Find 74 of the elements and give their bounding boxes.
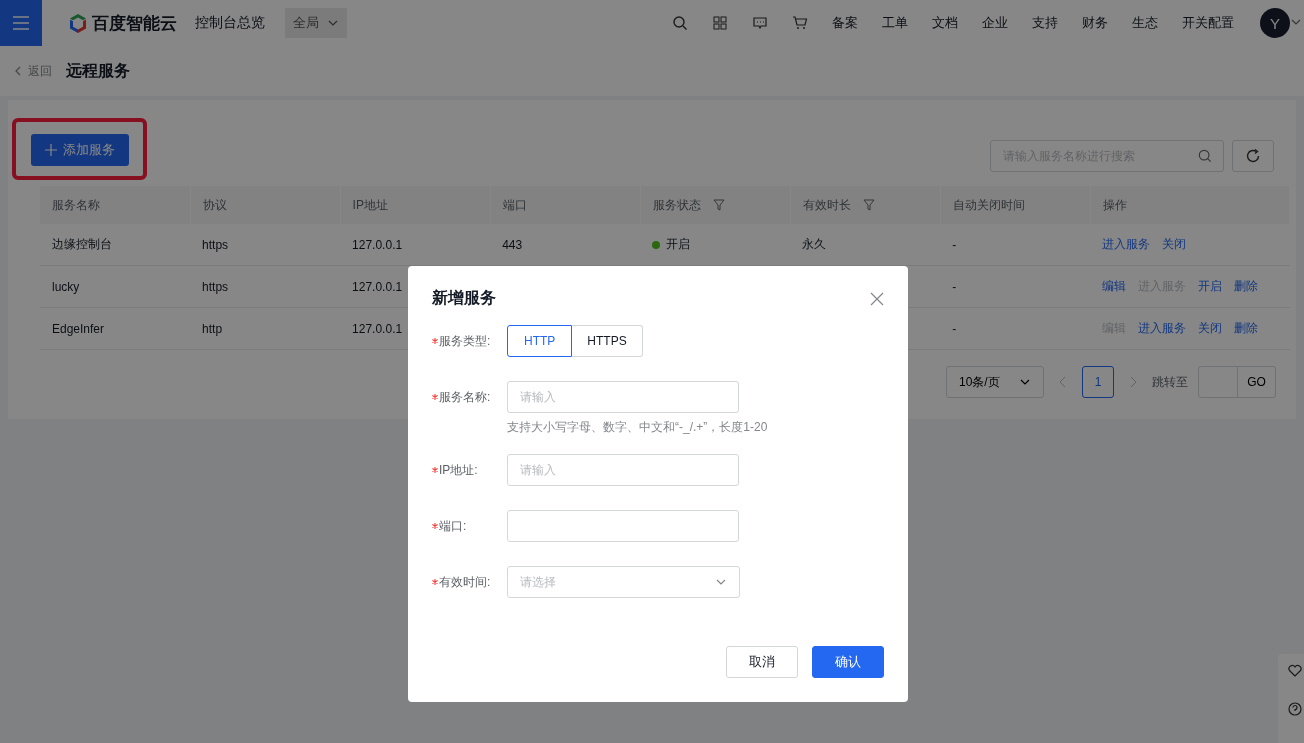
field-hint: 支持大小写字母、数字、中文和“-_/.+”，长度1-20: [507, 419, 768, 436]
heart-icon[interactable]: [1288, 664, 1302, 678]
field-label: 服务类型:: [439, 332, 491, 350]
page-size-select[interactable]: 10条/页: [946, 366, 1044, 398]
column-header: 操作: [1102, 196, 1127, 214]
column-header: 自动关闭时间: [952, 196, 1025, 214]
table-cell: -: [952, 321, 957, 336]
table-cell: 127.0.0.1: [352, 237, 403, 252]
close-icon[interactable]: [870, 291, 884, 306]
brand-name: 百度智能云: [92, 12, 177, 35]
column-header: 服务状态: [652, 196, 701, 214]
type-option[interactable]: HTTP: [507, 325, 573, 357]
console-title: 控制台总览: [195, 14, 265, 32]
nav-link[interactable]: 支持: [1020, 14, 1070, 32]
field-label: 有效时间:: [439, 573, 491, 591]
column-header: 端口: [502, 196, 527, 214]
user-avatar[interactable]: Y: [1260, 8, 1290, 38]
scope-dropdown[interactable]: 全局: [285, 8, 347, 38]
type-option[interactable]: HTTPS: [572, 325, 643, 357]
nav-link[interactable]: 工单: [870, 14, 920, 32]
table-cell: 127.0.0.1: [352, 279, 403, 294]
action-link[interactable]: 关闭: [1198, 320, 1223, 337]
table-cell: -: [952, 237, 957, 252]
go-button[interactable]: GO: [1238, 366, 1276, 398]
table-cell: 127.0.0.1: [352, 321, 403, 336]
table-cell: 443: [502, 237, 523, 252]
plus-icon: [45, 144, 57, 156]
nav-link[interactable]: 财务: [1070, 14, 1120, 32]
column-header: 协议: [202, 196, 227, 214]
table-cell: EdgeInfer: [52, 321, 105, 336]
field-label: 服务名称:: [439, 388, 491, 406]
table-cell: https: [202, 237, 229, 252]
search-icon[interactable]: [1198, 149, 1212, 163]
help-icon[interactable]: [1288, 702, 1302, 716]
action-link[interactable]: 关闭: [1162, 236, 1187, 253]
jump-label: 跳转至: [1152, 373, 1188, 391]
action-link[interactable]: 删除: [1234, 278, 1259, 295]
table-cell: -: [952, 279, 957, 294]
column-header: 有效时长: [802, 196, 851, 214]
back-link[interactable]: 返回: [12, 62, 52, 80]
status-text: 开启: [666, 236, 691, 253]
page-title: 远程服务: [66, 60, 130, 81]
action-link[interactable]: 进入服务: [1138, 320, 1187, 337]
column-header: IP地址: [352, 196, 388, 214]
nav-link[interactable]: 备案: [820, 14, 870, 32]
filter-icon[interactable]: [712, 199, 725, 211]
field-label: IP地址:: [439, 461, 478, 479]
menu-icon[interactable]: [0, 0, 42, 46]
action-link[interactable]: 删除: [1234, 320, 1259, 337]
dialog-title: 新增服务: [432, 288, 496, 308]
nav-link[interactable]: 企业: [970, 14, 1020, 32]
add-service-button[interactable]: 添加服务: [31, 134, 129, 166]
column-header: 服务名称: [52, 196, 100, 214]
table-cell: lucky: [52, 279, 80, 294]
table-cell: 边缘控制台: [52, 237, 112, 251]
page-number[interactable]: 1: [1082, 366, 1114, 398]
table-cell: 永久: [802, 237, 827, 251]
cancel-button[interactable]: 取消: [726, 646, 798, 678]
nav-link[interactable]: 文档: [920, 14, 970, 32]
action-link[interactable]: 开启: [1198, 278, 1223, 295]
input-field[interactable]: 请输入: [507, 381, 739, 413]
refresh-icon[interactable]: [1232, 140, 1274, 172]
action-link[interactable]: 进入服务: [1102, 236, 1151, 253]
nav-link[interactable]: 开关配置: [1170, 14, 1246, 32]
table-cell: https: [202, 279, 229, 294]
confirm-button[interactable]: 确认: [812, 646, 884, 678]
table-cell: http: [202, 321, 223, 336]
cube-logo-icon: [68, 13, 88, 33]
field-label: 端口:: [439, 517, 467, 535]
input-field[interactable]: [507, 510, 739, 542]
action-link[interactable]: 编辑: [1102, 278, 1127, 295]
input-field[interactable]: 请输入: [507, 454, 739, 486]
nav-link[interactable]: 生态: [1120, 14, 1170, 32]
filter-icon[interactable]: [862, 199, 875, 211]
